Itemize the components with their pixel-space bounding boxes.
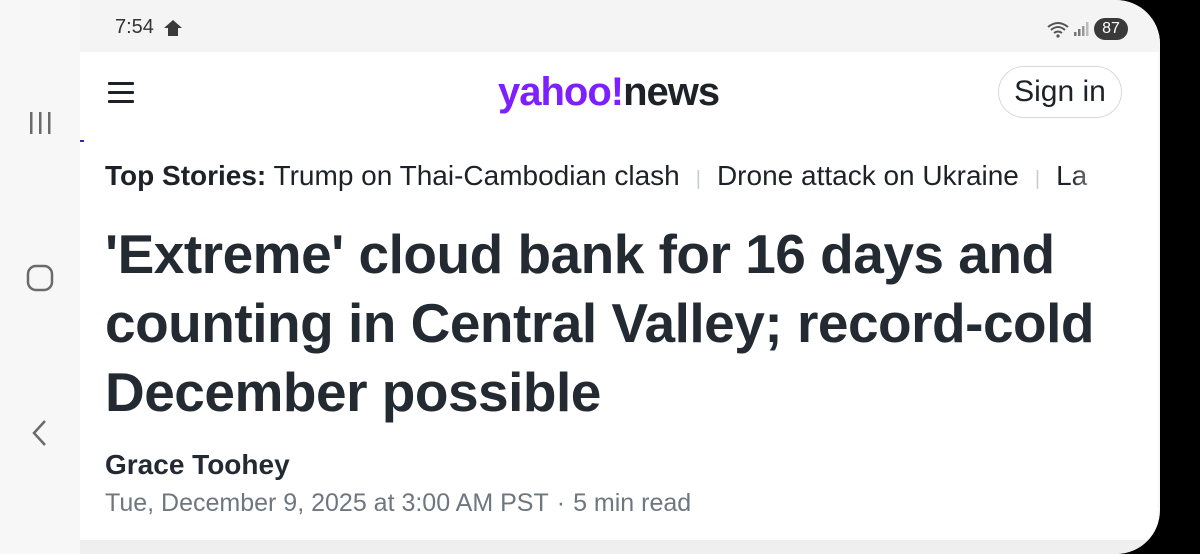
home-button[interactable] <box>22 260 58 296</box>
status-time: 7:54 <box>115 16 154 38</box>
notification-icon <box>164 20 182 36</box>
top-stories-divider: | <box>1034 168 1041 190</box>
article-date: Tue, December 9, 2025 at 3:00 AM PST <box>105 489 549 517</box>
article-read-time: 5 min read <box>573 489 692 517</box>
top-story-link[interactable]: Trump on Thai-Cambodian clash <box>274 160 680 191</box>
top-stories-fade <box>1069 160 1129 200</box>
meta-separator: · <box>556 489 566 517</box>
recent-apps-button[interactable] <box>22 105 58 141</box>
page-bottom-edge <box>80 540 1158 554</box>
article-headline: 'Extreme' cloud bank for 16 days and cou… <box>105 223 1095 423</box>
article-page: yahoo! news Sign in Top Stories: Trump o… <box>80 52 1158 540</box>
hamburger-menu-icon[interactable] <box>108 82 134 104</box>
article-author[interactable]: Grace Toohey <box>105 449 290 481</box>
back-button[interactable] <box>22 415 58 451</box>
logo-yahoo-text: yahoo! <box>498 70 624 114</box>
home-icon <box>26 264 54 292</box>
top-stories-strip: Top Stories: Trump on Thai-Cambodian cla… <box>105 160 1129 200</box>
phone-screen: 7:54 87 yahoo! news Sign in Top Stories:… <box>0 0 1160 554</box>
logo-news-text: news <box>623 70 720 114</box>
back-icon <box>32 420 46 446</box>
battery-indicator: 87 <box>1094 18 1128 40</box>
navigation-bar <box>0 0 80 554</box>
focus-indicator <box>80 140 84 142</box>
site-header: yahoo! news Sign in <box>80 52 1158 136</box>
yahoo-news-logo[interactable]: yahoo! news <box>498 70 720 120</box>
recent-apps-icon <box>30 112 51 134</box>
status-bar: 7:54 87 <box>80 0 1160 52</box>
signal-icon <box>1074 22 1089 36</box>
sign-in-button[interactable]: Sign in <box>998 66 1122 118</box>
top-story-link[interactable]: Drone attack on Ukraine <box>717 160 1019 191</box>
wifi-icon <box>1047 22 1069 38</box>
top-stories-divider: | <box>695 168 701 190</box>
article-meta: Tue, December 9, 2025 at 3:00 AM PST · 5 m… <box>105 489 691 518</box>
top-stories-label: Top Stories: <box>105 160 267 191</box>
